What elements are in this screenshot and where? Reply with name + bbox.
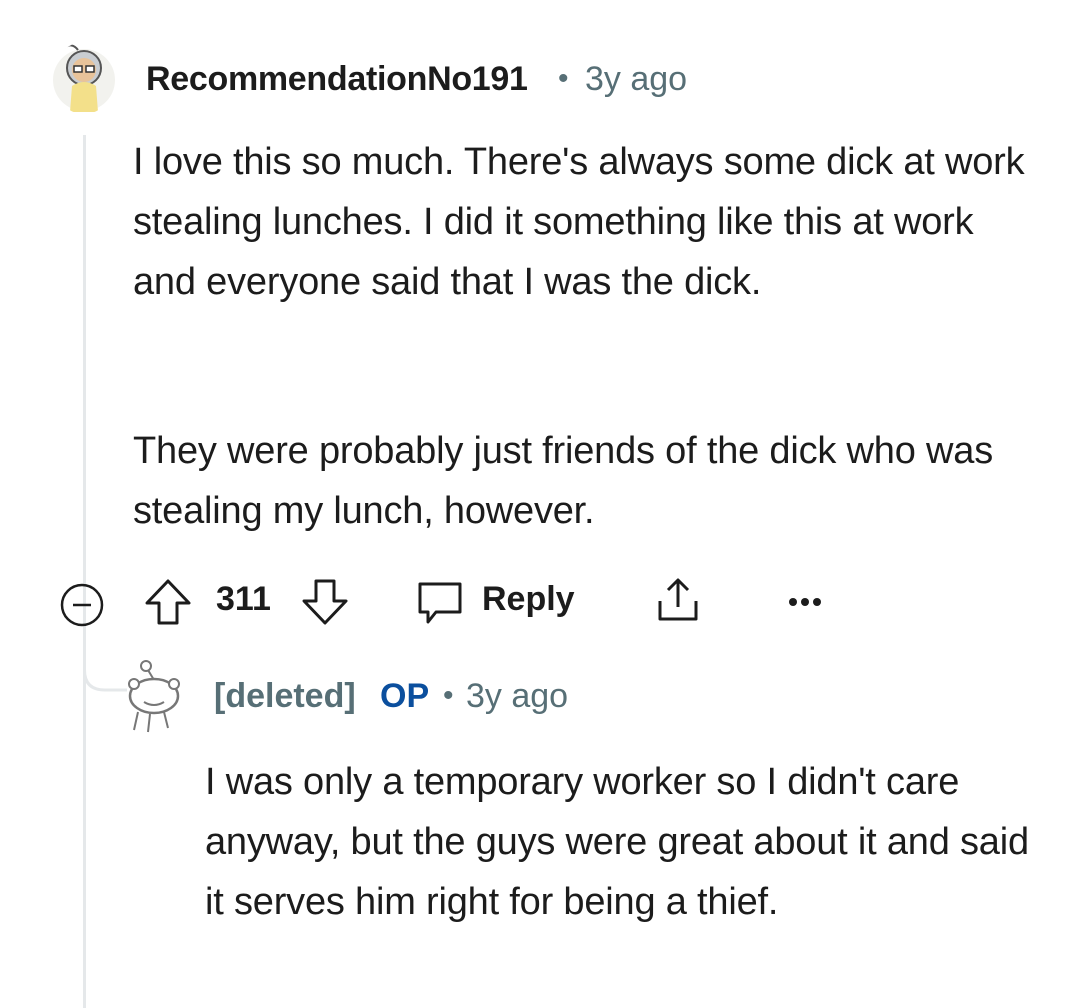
- upvote-icon[interactable]: [143, 577, 193, 627]
- op-badge: OP: [380, 677, 430, 715]
- reply-timestamp[interactable]: 3y ago: [466, 677, 568, 716]
- meta-separator: •: [443, 679, 454, 712]
- comment-username[interactable]: RecommendationNo191: [146, 60, 528, 99]
- comment-paragraph: They were probably just friends of the d…: [133, 430, 993, 532]
- avatar[interactable]: [52, 42, 116, 114]
- reply-username: [deleted]: [214, 677, 356, 715]
- vote-score: 311: [216, 580, 271, 618]
- comment-paragraph: I love this so much. There's always some…: [133, 141, 1025, 303]
- more-icon[interactable]: [786, 590, 824, 614]
- downvote-icon[interactable]: [300, 577, 350, 627]
- reply-text: I was only a temporary worker so I didn'…: [205, 761, 1029, 923]
- thread-line[interactable]: [83, 135, 86, 1008]
- meta-separator: •: [558, 62, 569, 95]
- collapse-icon[interactable]: [60, 583, 104, 627]
- comment-timestamp[interactable]: 3y ago: [585, 60, 687, 99]
- share-icon[interactable]: [654, 575, 702, 625]
- reply-button[interactable]: Reply: [482, 580, 575, 619]
- comment-icon[interactable]: [416, 578, 464, 628]
- deleted-user-avatar: [120, 652, 190, 736]
